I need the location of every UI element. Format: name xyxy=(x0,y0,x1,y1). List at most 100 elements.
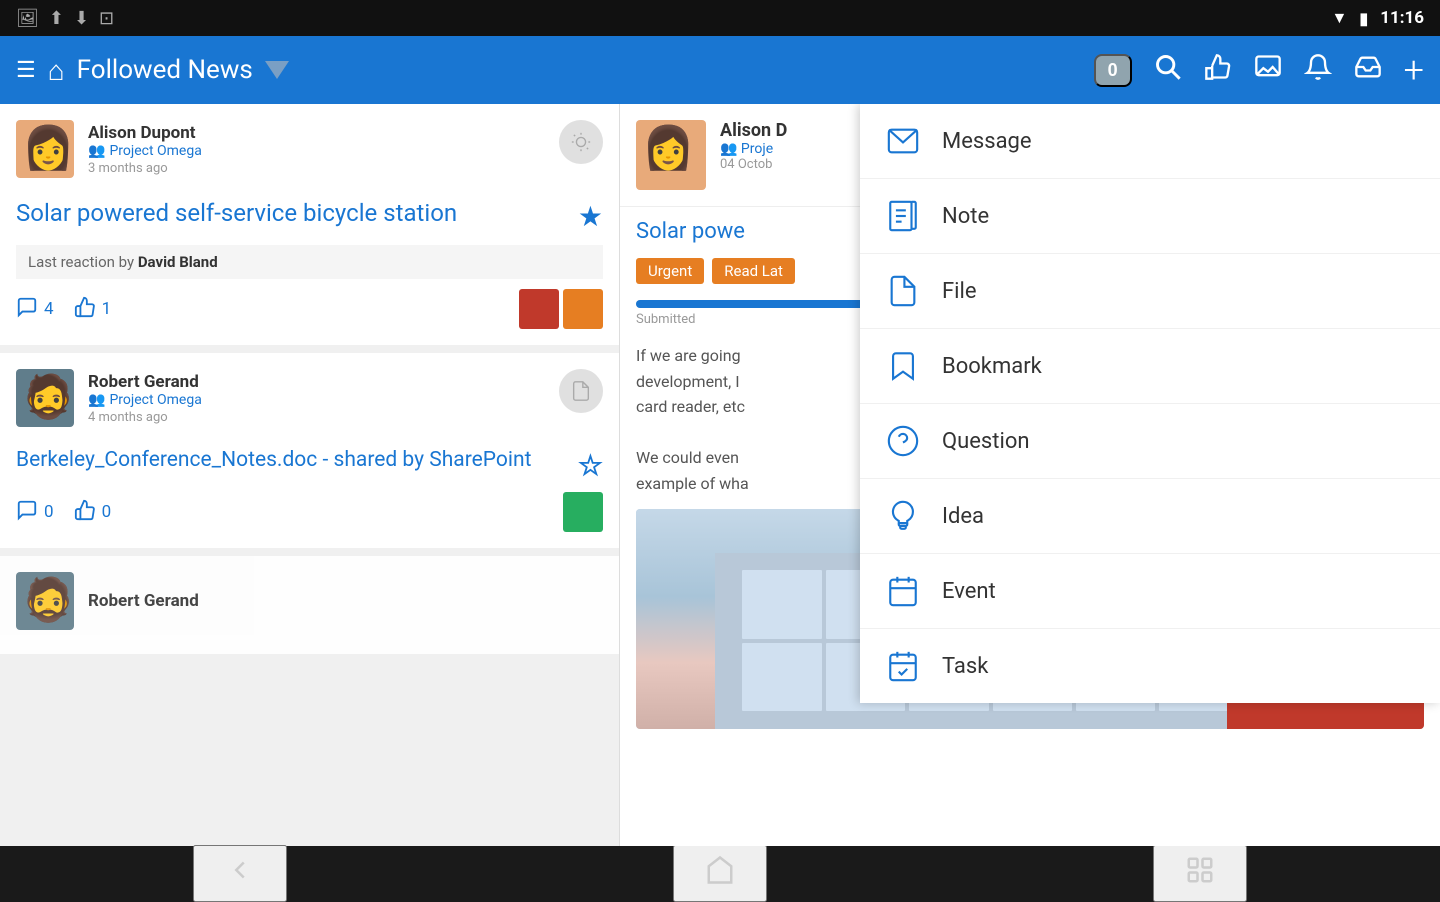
status-bar: 🖼 ⬆ ⬇ ⊡ ▼ ▮ 11:16 xyxy=(0,0,1440,36)
card-1-header: Alison Dupont 👥 Project Omega 3 months a… xyxy=(16,120,603,178)
note-label: Note xyxy=(942,204,989,229)
post-time-1: 3 months ago xyxy=(88,161,202,176)
card-stats-1: 4 1 xyxy=(16,296,111,323)
like-icon-2 xyxy=(74,499,96,526)
main-content: Alison Dupont 👥 Project Omega 3 months a… xyxy=(0,104,1440,846)
card-1-author-section: Alison Dupont 👥 Project Omega 3 months a… xyxy=(16,120,202,178)
nav-dropdown-indicator xyxy=(265,61,289,79)
hamburger-icon[interactable]: ☰ xyxy=(16,58,36,83)
color-tag-green-2[interactable] xyxy=(563,492,603,532)
dropdown-item-file[interactable]: File xyxy=(860,254,1440,329)
dropdown-item-note[interactable]: Note xyxy=(860,179,1440,254)
card-1-action-icon[interactable] xyxy=(559,120,603,164)
comment-icon-1 xyxy=(16,296,38,323)
comment-stat-1: 4 xyxy=(16,296,54,323)
comment-button[interactable] xyxy=(1254,53,1282,88)
comment-count-2: 0 xyxy=(44,502,54,522)
tag-urgent[interactable]: Urgent xyxy=(636,258,704,284)
card-color-tags-1 xyxy=(519,289,603,329)
badge-count-button[interactable]: 0 xyxy=(1094,54,1132,87)
card-title-1[interactable]: Solar powered self-service bicycle stati… xyxy=(16,198,578,229)
detail-author-name: Alison D xyxy=(720,120,787,141)
upload-status-icon: ⬆ xyxy=(49,8,64,29)
news-card-2: Robert Gerand 👥 Project Omega 4 months a… xyxy=(0,353,619,548)
back-button[interactable] xyxy=(193,845,287,902)
card-2-author-info: Robert Gerand 👥 Project Omega 4 months a… xyxy=(88,372,202,425)
task-icon xyxy=(884,647,922,685)
tag-read-later[interactable]: Read Lat xyxy=(712,258,795,284)
card-last-reaction-1: Last reaction by David Bland xyxy=(16,245,603,279)
comment-stat-2: 0 xyxy=(16,499,54,526)
dropdown-item-idea[interactable]: Idea xyxy=(860,479,1440,554)
bottom-nav xyxy=(0,846,1440,900)
star-button-1[interactable]: ★ xyxy=(578,200,603,233)
idea-label: Idea xyxy=(942,504,984,529)
idea-icon xyxy=(884,497,922,535)
clock: 11:16 xyxy=(1380,8,1424,28)
like-stat-1: 1 xyxy=(74,296,112,323)
inbox-button[interactable] xyxy=(1354,53,1382,88)
news-card-1: Alison Dupont 👥 Project Omega 3 months a… xyxy=(0,104,619,345)
dropdown-item-event[interactable]: Event xyxy=(860,554,1440,629)
detail-date: 04 Octob xyxy=(720,157,787,172)
home-button[interactable] xyxy=(673,845,767,902)
card-title-2[interactable]: Berkeley_Conference_Notes.doc - shared b… xyxy=(16,447,578,474)
card-2-action-icon[interactable] xyxy=(559,369,603,413)
file-label: File xyxy=(942,279,977,304)
card-footer-2: 0 0 xyxy=(16,492,603,532)
news-card-3: Robert Gerand xyxy=(0,556,619,654)
like-icon-1 xyxy=(74,296,96,323)
comment-icon-2 xyxy=(16,499,38,526)
search-button[interactable] xyxy=(1154,53,1182,88)
group-icon-1: 👥 xyxy=(88,143,105,159)
card-footer-1: 4 1 xyxy=(16,289,603,329)
notification-button[interactable] xyxy=(1304,53,1332,88)
last-reaction-author-1: David Bland xyxy=(138,253,218,271)
message-icon xyxy=(884,122,922,160)
like-button[interactable] xyxy=(1204,53,1232,88)
detail-project: 👥 Proje xyxy=(720,141,787,157)
like-count-1: 1 xyxy=(102,299,112,319)
group-icon-2: 👥 xyxy=(88,392,105,408)
card-color-tags-2 xyxy=(563,492,603,532)
detail-avatar xyxy=(636,120,706,190)
question-label: Question xyxy=(942,429,1030,454)
recents-button[interactable] xyxy=(1153,845,1247,902)
author-project-1: 👥 Project Omega xyxy=(88,143,202,159)
nav-bar-right: 0 + xyxy=(1094,49,1424,91)
note-icon xyxy=(884,197,922,235)
task-label: Task xyxy=(942,654,988,679)
news-feed: Alison Dupont 👥 Project Omega 3 months a… xyxy=(0,104,620,846)
card-3-author-section: Robert Gerand xyxy=(16,572,199,630)
dropdown-item-task[interactable]: Task xyxy=(860,629,1440,703)
page-title: Followed News xyxy=(77,55,253,85)
event-label: Event xyxy=(942,579,996,604)
image-status-icon: 🖼 xyxy=(16,8,39,29)
bookmark-icon xyxy=(884,347,922,385)
message-label: Message xyxy=(942,129,1032,154)
comment-count-1: 4 xyxy=(44,299,54,319)
nav-bar: ☰ ⌂ Followed News 0 xyxy=(0,36,1440,104)
avatar-alison xyxy=(16,120,74,178)
window xyxy=(742,643,821,711)
event-icon xyxy=(884,572,922,610)
card-3-author-info: Robert Gerand xyxy=(88,591,199,611)
battery-icon: ▮ xyxy=(1359,9,1368,28)
dropdown-item-question[interactable]: Question xyxy=(860,404,1440,479)
dropdown-item-message[interactable]: Message xyxy=(860,104,1440,179)
card-1-author-info: Alison Dupont 👥 Project Omega 3 months a… xyxy=(88,123,202,176)
wifi-icon: ▼ xyxy=(1332,8,1348,28)
status-icons: 🖼 ⬆ ⬇ ⊡ xyxy=(16,8,114,29)
dropdown-item-bookmark[interactable]: Bookmark xyxy=(860,329,1440,404)
color-tag-red-1[interactable] xyxy=(519,289,559,329)
nav-bar-left: ☰ ⌂ Followed News xyxy=(16,54,1094,87)
color-tag-orange-1[interactable] xyxy=(563,289,603,329)
star-button-2[interactable]: ☆ xyxy=(578,449,603,482)
home-icon[interactable]: ⌂ xyxy=(48,54,65,87)
author-name-1: Alison Dupont xyxy=(88,123,202,143)
question-icon xyxy=(884,422,922,460)
post-time-2: 4 months ago xyxy=(88,410,202,425)
add-button[interactable]: + xyxy=(1404,49,1424,91)
like-count-2: 0 xyxy=(102,502,112,522)
card-2-header: Robert Gerand 👥 Project Omega 4 months a… xyxy=(16,369,603,427)
